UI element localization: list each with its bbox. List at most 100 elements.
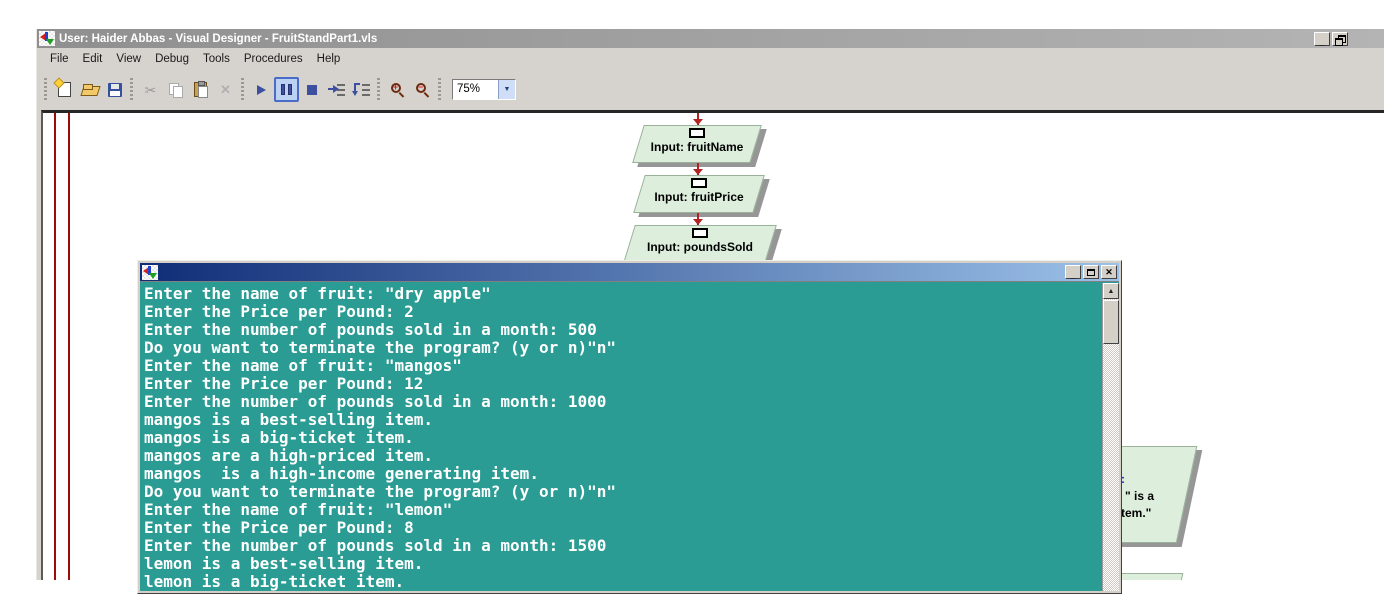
console-text-area: Enter the name of fruit: "dry apple" Ent… xyxy=(144,285,1101,591)
menu-file[interactable]: File xyxy=(43,50,76,68)
console-line: Enter the Price per Pound: 12 xyxy=(144,375,1101,393)
restore-button[interactable] xyxy=(1332,32,1348,46)
console-line: Do you want to terminate the program? (y… xyxy=(144,339,1101,357)
open-folder-icon xyxy=(82,84,98,96)
menu-help[interactable]: Help xyxy=(310,50,348,68)
zoom-out-button[interactable]: − xyxy=(410,77,435,102)
flow-node-input-fruitprice[interactable]: Input: fruitPrice xyxy=(639,175,759,213)
menu-bar: File Edit View Debug Tools Procedures He… xyxy=(37,48,1384,70)
breakpoint-box[interactable] xyxy=(691,178,707,188)
minimize-button[interactable]: _ xyxy=(1314,32,1330,46)
step-over-icon xyxy=(353,83,370,97)
console-line: Do you want to terminate the program? (y… xyxy=(144,483,1101,501)
console-maximize-button[interactable] xyxy=(1083,265,1099,279)
zoom-in-icon: + xyxy=(390,82,406,98)
console-close-button[interactable]: ✕ xyxy=(1101,265,1117,279)
console-line: lemon is a best-selling item. xyxy=(144,555,1101,573)
menu-tools[interactable]: Tools xyxy=(196,50,237,68)
cut-button[interactable]: ✂ xyxy=(138,77,163,102)
console-line: Enter the name of fruit: "mangos" xyxy=(144,357,1101,375)
paste-icon xyxy=(194,82,207,97)
minimize-icon: _ xyxy=(1319,40,1324,45)
node-label: Input: fruitName xyxy=(638,140,756,154)
copy-icon xyxy=(169,83,183,97)
console-titlebar[interactable]: _ ✕ xyxy=(140,263,1119,281)
flow-arrow xyxy=(697,213,699,225)
zoom-level-combo[interactable]: 75% ▼ xyxy=(452,79,516,100)
step-into-icon xyxy=(328,83,345,97)
pause-button[interactable] xyxy=(274,77,299,102)
stop-icon xyxy=(307,85,317,95)
node-label: Input: poundsSold xyxy=(629,240,771,254)
breakpoint-box[interactable] xyxy=(692,228,708,238)
toolbar-grip xyxy=(44,78,47,102)
partial-node-text: : " is a tem." xyxy=(1121,471,1154,522)
flow-node-input-poundssold[interactable]: Input: poundsSold xyxy=(629,225,771,263)
partial-node-fragment: tem." xyxy=(1121,505,1154,522)
minimize-icon: _ xyxy=(1070,273,1075,278)
toolbar-grip xyxy=(438,78,441,102)
console-line: mangos is a big-ticket item. xyxy=(144,429,1101,447)
step-over-button[interactable] xyxy=(349,77,374,102)
console-minimize-button[interactable]: _ xyxy=(1065,265,1081,279)
console-line: mangos are a high-priced item. xyxy=(144,447,1101,465)
node-label: Input: fruitPrice xyxy=(639,190,759,204)
save-floppy-icon xyxy=(108,83,122,97)
pause-icon xyxy=(281,84,292,95)
console-line: Enter the name of fruit: "lemon" xyxy=(144,501,1101,519)
stop-button[interactable] xyxy=(299,77,324,102)
run-icon xyxy=(257,85,266,95)
console-line: lemon is a big-ticket item. xyxy=(144,573,1101,591)
open-file-button[interactable] xyxy=(77,77,102,102)
menu-procedures[interactable]: Procedures xyxy=(237,50,310,68)
run-button[interactable] xyxy=(249,77,274,102)
zoom-in-button[interactable]: + xyxy=(385,77,410,102)
save-file-button[interactable] xyxy=(102,77,127,102)
toolbar-grip xyxy=(241,78,244,102)
chevron-down-icon: ▼ xyxy=(504,86,511,93)
combo-dropdown-button[interactable]: ▼ xyxy=(498,80,515,99)
app-icon xyxy=(39,31,55,46)
console-line: mangos is a high-income generating item. xyxy=(144,465,1101,483)
new-file-button[interactable] xyxy=(52,77,77,102)
flow-node-input-fruitname[interactable]: Input: fruitName xyxy=(638,125,756,163)
flow-arrow xyxy=(697,113,699,125)
console-line: Enter the number of pounds sold in a mon… xyxy=(144,537,1101,555)
scroll-up-icon: ▲ xyxy=(1108,288,1115,295)
console-window-controls: _ ✕ xyxy=(1065,265,1117,279)
scrollbar-up-button[interactable]: ▲ xyxy=(1103,283,1119,299)
menu-debug[interactable]: Debug xyxy=(148,50,196,68)
console-output-window[interactable]: _ ✕ Enter the name of fruit: "dry apple"… xyxy=(137,260,1122,594)
console-app-icon xyxy=(142,265,158,280)
delete-icon: ✕ xyxy=(220,83,231,96)
toolbar: ✂ ✕ + − xyxy=(37,70,1384,109)
loop-line xyxy=(54,113,56,580)
scrollbar-thumb[interactable] xyxy=(1103,300,1119,344)
zoom-level-value: 75% xyxy=(453,80,498,99)
console-line: Enter the number of pounds sold in a mon… xyxy=(144,393,1101,411)
window-title: User: Haider Abbas - Visual Designer - F… xyxy=(59,33,377,45)
restore-icon xyxy=(1335,35,1345,44)
step-into-button[interactable] xyxy=(324,77,349,102)
paste-button[interactable] xyxy=(188,77,213,102)
window-controls: _ xyxy=(1314,32,1348,46)
main-titlebar[interactable]: User: Haider Abbas - Visual Designer - F… xyxy=(37,29,1384,48)
copy-button[interactable] xyxy=(163,77,188,102)
delete-button[interactable]: ✕ xyxy=(213,77,238,102)
partial-node-fragment: : xyxy=(1121,471,1154,488)
console-scrollbar[interactable]: ▲ xyxy=(1102,283,1119,591)
menu-view[interactable]: View xyxy=(109,50,148,68)
new-file-icon xyxy=(58,82,71,97)
zoom-out-icon: − xyxy=(415,82,431,98)
menu-edit[interactable]: Edit xyxy=(76,50,110,68)
flow-arrow xyxy=(697,163,699,175)
toolbar-grip xyxy=(377,78,380,102)
maximize-icon xyxy=(1087,269,1095,276)
console-line: Enter the name of fruit: "dry apple" xyxy=(144,285,1101,303)
cut-icon: ✂ xyxy=(145,83,157,97)
console-line: Enter the Price per Pound: 2 xyxy=(144,303,1101,321)
breakpoint-box[interactable] xyxy=(689,128,705,138)
console-line: mangos is a best-selling item. xyxy=(144,411,1101,429)
loop-line xyxy=(68,113,70,580)
partial-node-fragment: " is a xyxy=(1121,488,1154,505)
